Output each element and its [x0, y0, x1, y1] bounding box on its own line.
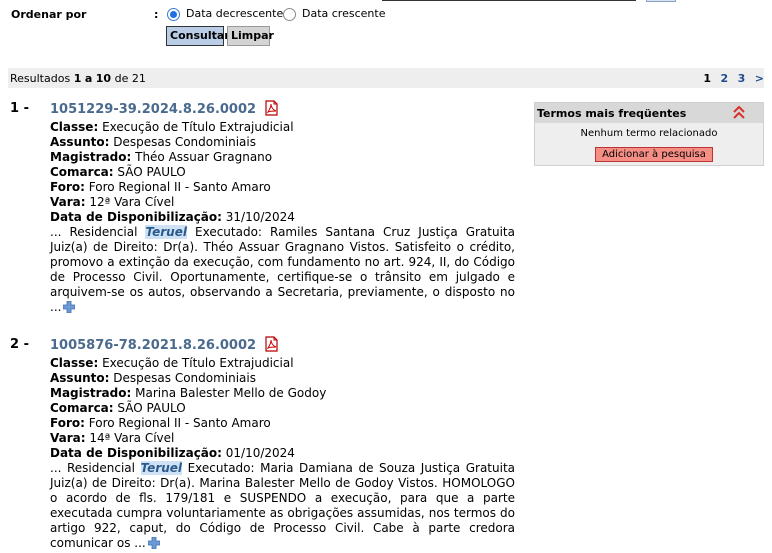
limpar-button[interactable]: Limpar: [227, 26, 274, 46]
add-to-search-button[interactable]: Adicionar à pesquisa: [595, 147, 713, 162]
page-1: 1: [703, 72, 711, 85]
field-classe: Classe: Execução de Título Extrajudicial: [50, 120, 294, 134]
list-item: 1005876-78.2021.8.26.0002 Classe: Execuç…: [50, 336, 515, 553]
field-foro: Foro: Foro Regional II - Santo Amaro: [50, 416, 271, 430]
field-vara: Vara: 12ª Vara Cível: [50, 195, 175, 209]
pdf-icon[interactable]: [264, 100, 279, 120]
search-highlight: Teruel: [140, 461, 183, 475]
process-link[interactable]: 1051229-39.2024.8.26.0002: [50, 102, 256, 117]
radio-date-desc[interactable]: [167, 8, 180, 21]
radio-date-asc-label: Data crescente: [302, 7, 386, 20]
snippet: ... Residencial Teruel Executado: Ramile…: [50, 225, 515, 317]
search-button[interactable]: [646, 0, 676, 2]
consultar-button[interactable]: Consultar: [166, 26, 230, 46]
pagination: 1 2 3 >: [697, 72, 764, 85]
next-page-link[interactable]: >: [755, 72, 764, 85]
field-foro: Foro: Foro Regional II - Santo Amaro: [50, 180, 271, 194]
frequent-terms-title: Termos mais freqüentes: [537, 107, 687, 120]
field-assunto: Assunto: Despesas Condominiais: [50, 135, 256, 149]
field-classe: Classe: Execução de Título Extrajudicial: [50, 356, 294, 370]
order-colon: :: [154, 8, 159, 21]
order-label: Ordenar por: [11, 8, 87, 21]
search-input[interactable]: [382, 0, 636, 1]
results-summary: Resultados 1 a 10 de 21: [10, 72, 146, 85]
field-comarca: Comarca: SÃO PAULO: [50, 401, 186, 415]
page-2-link[interactable]: 2: [720, 72, 728, 85]
double-chevron-up-icon[interactable]: [733, 105, 745, 122]
plus-icon[interactable]: [63, 300, 76, 317]
process-link[interactable]: 1005876-78.2021.8.26.0002: [50, 338, 256, 353]
search-highlight: Teruel: [145, 225, 187, 239]
item-number: 2 -: [10, 337, 29, 352]
field-data: Data de Disponibilização: 01/10/2024: [50, 446, 295, 460]
field-magistrado: Magistrado: Marina Balester Mello de God…: [50, 386, 327, 400]
field-data: Data de Disponibilização: 31/10/2024: [50, 210, 295, 224]
no-terms-text: Nenhum termo relacionado: [580, 128, 718, 139]
field-vara: Vara: 14ª Vara Cível: [50, 431, 175, 445]
radio-date-asc[interactable]: [283, 8, 296, 21]
frequent-terms-header: Termos mais freqüentes: [535, 103, 763, 123]
field-comarca: Comarca: SÃO PAULO: [50, 165, 186, 179]
radio-date-desc-label: Data decrescente: [186, 7, 284, 20]
field-magistrado: Magistrado: Théo Assuar Gragnano: [50, 150, 273, 164]
snippet: ... Residencial Teruel Executado: Maria …: [50, 461, 515, 553]
list-item: 1051229-39.2024.8.26.0002 Classe: Execuç…: [50, 100, 515, 317]
field-assunto: Assunto: Despesas Condominiais: [50, 371, 256, 385]
page-3-link[interactable]: 3: [738, 72, 746, 85]
item-number: 1 -: [10, 101, 29, 116]
pdf-icon[interactable]: [264, 336, 279, 356]
frequent-terms-panel: Termos mais freqüentes Nenhum termo rela…: [534, 102, 764, 166]
